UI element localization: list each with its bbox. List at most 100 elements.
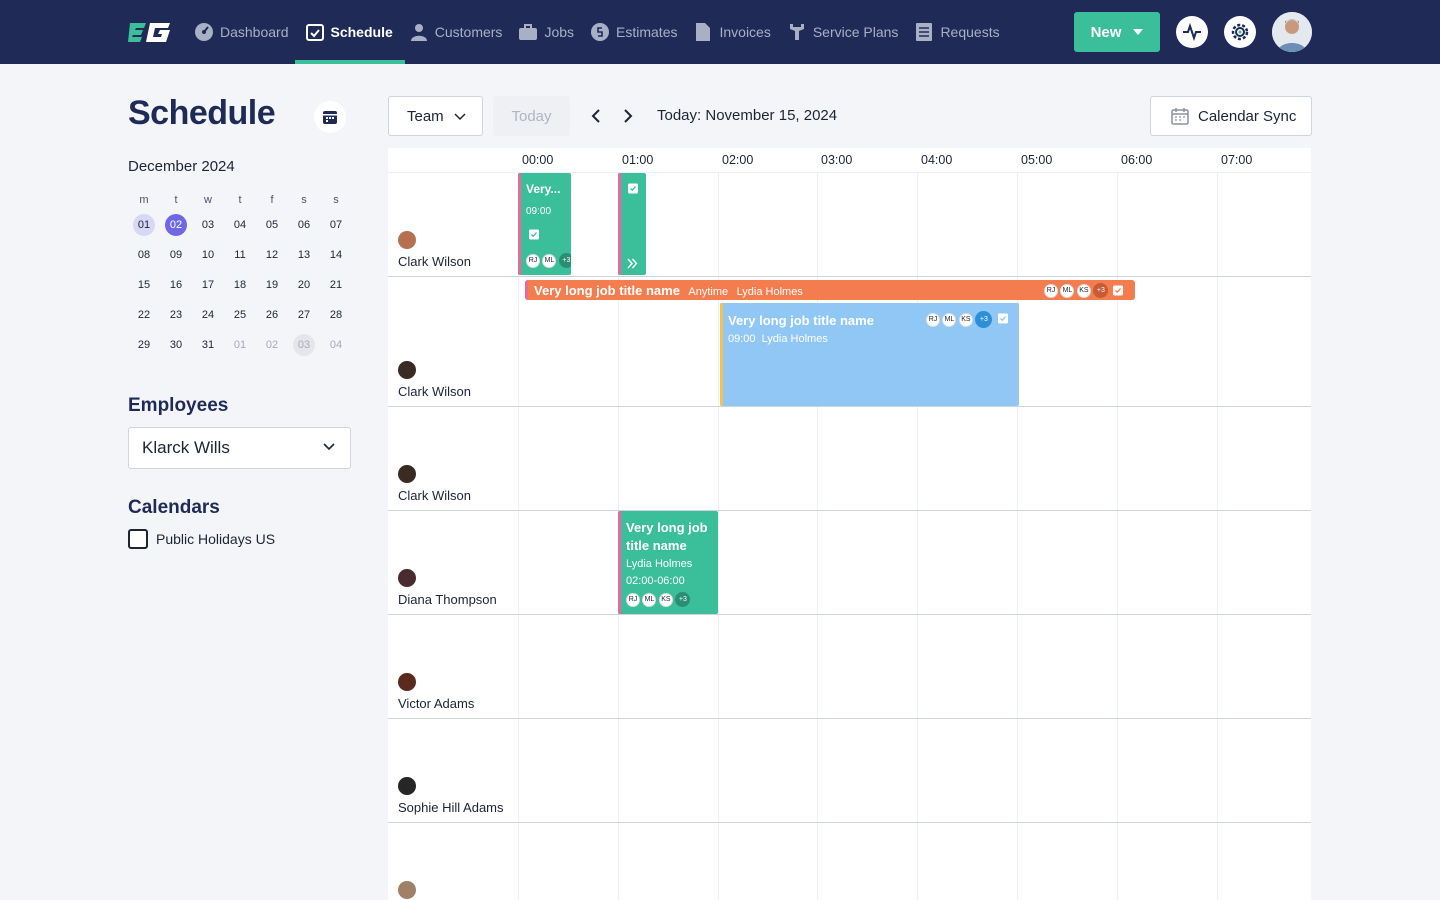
calendar-day[interactable]: 18 — [224, 270, 256, 300]
day-number: 17 — [201, 279, 215, 291]
calendars-heading: Calendars — [128, 497, 220, 518]
employee-avatar — [398, 361, 416, 379]
document-icon — [696, 23, 711, 41]
calendar-day[interactable]: 21 — [320, 270, 352, 300]
next-button[interactable] — [618, 106, 638, 126]
calendar-day[interactable]: 28 — [320, 300, 352, 330]
calendar-day[interactable]: 11 — [224, 240, 256, 270]
calendar-icon — [1171, 108, 1189, 125]
calendar-day[interactable]: 09 — [160, 240, 192, 270]
event-color-bar — [618, 511, 621, 614]
activity-button[interactable] — [1176, 16, 1208, 48]
nav-item-service-plans[interactable]: Service Plans — [785, 0, 903, 64]
day-number: 16 — [169, 279, 183, 291]
nav-label: Invoices — [719, 24, 771, 40]
employee-row-header[interactable]: Clark Wilson — [398, 361, 471, 399]
event-color-bar — [525, 280, 528, 300]
job-event[interactable] — [618, 173, 646, 275]
day-number: 03 — [293, 334, 315, 356]
nav-item-estimates[interactable]: Estimates — [588, 0, 681, 64]
calendar-day[interactable]: 16 — [160, 270, 192, 300]
calendar-day[interactable]: 19 — [256, 270, 288, 300]
nav-item-invoices[interactable]: Invoices — [691, 0, 774, 64]
calendar-day[interactable]: 04 — [224, 210, 256, 240]
settings-button[interactable] — [1224, 16, 1256, 48]
team-dropdown-label: Team — [407, 107, 444, 125]
calendar-day[interactable]: 05 — [256, 210, 288, 240]
nav-item-jobs[interactable]: Jobs — [516, 0, 578, 64]
user-avatar[interactable] — [1272, 12, 1312, 52]
event-title: Very long job title name — [728, 313, 874, 328]
job-event-anytime[interactable]: Very long job title name Anytime Lydia H… — [525, 280, 1135, 300]
employee-avatar — [398, 569, 416, 587]
calendar-day[interactable]: 13 — [288, 240, 320, 270]
calendar-day[interactable]: 14 — [320, 240, 352, 270]
calendar-day-next-month[interactable]: 01 — [224, 330, 256, 360]
calendar-day[interactable]: 25 — [224, 300, 256, 330]
date-picker-button[interactable] — [314, 101, 346, 133]
employee-name: Diana Thompson — [398, 592, 497, 607]
employee-row-header[interactable]: Clark Wilson — [398, 465, 471, 503]
nav-label: Schedule — [330, 24, 393, 40]
calendar-day[interactable]: 10 — [192, 240, 224, 270]
nav-item-customers[interactable]: Customers — [407, 0, 507, 64]
calendar-day[interactable]: 12 — [256, 240, 288, 270]
employee-select[interactable]: Klarck Wills — [128, 427, 351, 469]
calendar-day-selected[interactable]: 02 — [160, 210, 192, 240]
nav-label: Requests — [940, 24, 1000, 40]
job-event[interactable]: Very... 09:00 RJ ML +3 — [518, 173, 571, 275]
calendar-day[interactable]: 20 — [288, 270, 320, 300]
row-divider — [388, 510, 1311, 511]
new-button[interactable]: New — [1074, 12, 1160, 52]
job-event[interactable]: Very long job title name 09:00 Lydia Hol… — [720, 303, 1019, 406]
calendar-day[interactable]: 27 — [288, 300, 320, 330]
calendar-day[interactable]: 15 — [128, 270, 160, 300]
timeline-header: 00:00 01:00 02:00 03:00 04:00 05:00 06:0… — [388, 148, 1311, 173]
calendar-day[interactable]: 29 — [128, 330, 160, 360]
calendar-day[interactable]: 30 — [160, 330, 192, 360]
employee-row-header[interactable]: Sophie Hill Adams — [398, 777, 504, 815]
calendar-day[interactable]: 17 — [192, 270, 224, 300]
brand-logo[interactable] — [128, 20, 172, 44]
day-number: 01 — [133, 214, 155, 236]
job-event[interactable]: Very long job title name Lydia Holmes 02… — [618, 511, 718, 614]
today-button[interactable]: Today — [493, 96, 570, 136]
day-number: 15 — [137, 279, 151, 291]
calendar-week: 01 02 03 04 05 06 07 — [128, 210, 352, 240]
calendar-day[interactable]: 01 — [128, 210, 160, 240]
calendar-day[interactable]: 31 — [192, 330, 224, 360]
calendar-day[interactable]: 07 — [320, 210, 352, 240]
calendar-sync-button[interactable]: Calendar Sync — [1150, 96, 1312, 136]
nav-item-requests[interactable]: Requests — [912, 0, 1003, 64]
employee-row-header[interactable]: Victor Adams — [398, 673, 474, 711]
calendar-day[interactable]: 24 — [192, 300, 224, 330]
calendar-day[interactable]: 22 — [128, 300, 160, 330]
team-dropdown[interactable]: Team — [388, 96, 483, 136]
day-number: 02 — [265, 339, 279, 351]
day-number: 14 — [329, 249, 343, 261]
employee-row-header[interactable] — [398, 881, 416, 900]
calendar-day[interactable]: 06 — [288, 210, 320, 240]
nav-item-schedule[interactable]: Schedule — [294, 0, 406, 64]
employees-heading: Employees — [128, 395, 229, 416]
calendar-day-next-month[interactable]: 03 — [288, 330, 320, 360]
day-number: 07 — [329, 219, 343, 231]
previous-button[interactable] — [586, 106, 606, 126]
calendar-day[interactable]: 08 — [128, 240, 160, 270]
nav-label: Customers — [434, 24, 503, 40]
calendar-day[interactable]: 03 — [192, 210, 224, 240]
calendar-day-next-month[interactable]: 04 — [320, 330, 352, 360]
day-number: 29 — [137, 339, 151, 351]
calendar-day[interactable]: 26 — [256, 300, 288, 330]
weekday-header: m t w t f s s — [128, 190, 352, 210]
public-holidays-checkbox[interactable] — [128, 529, 148, 549]
wrench-icon — [789, 24, 804, 40]
employee-row-header[interactable]: Clark Wilson — [398, 231, 471, 269]
calendar-day-next-month[interactable]: 02 — [256, 330, 288, 360]
nav-item-dashboard[interactable]: Dashboard — [192, 0, 293, 64]
nav-label: Jobs — [544, 24, 575, 40]
employee-row-header[interactable]: Diana Thompson — [398, 569, 497, 607]
event-assignee: Lydia Holmes — [626, 558, 693, 570]
row-divider — [388, 406, 1311, 407]
calendar-day[interactable]: 23 — [160, 300, 192, 330]
